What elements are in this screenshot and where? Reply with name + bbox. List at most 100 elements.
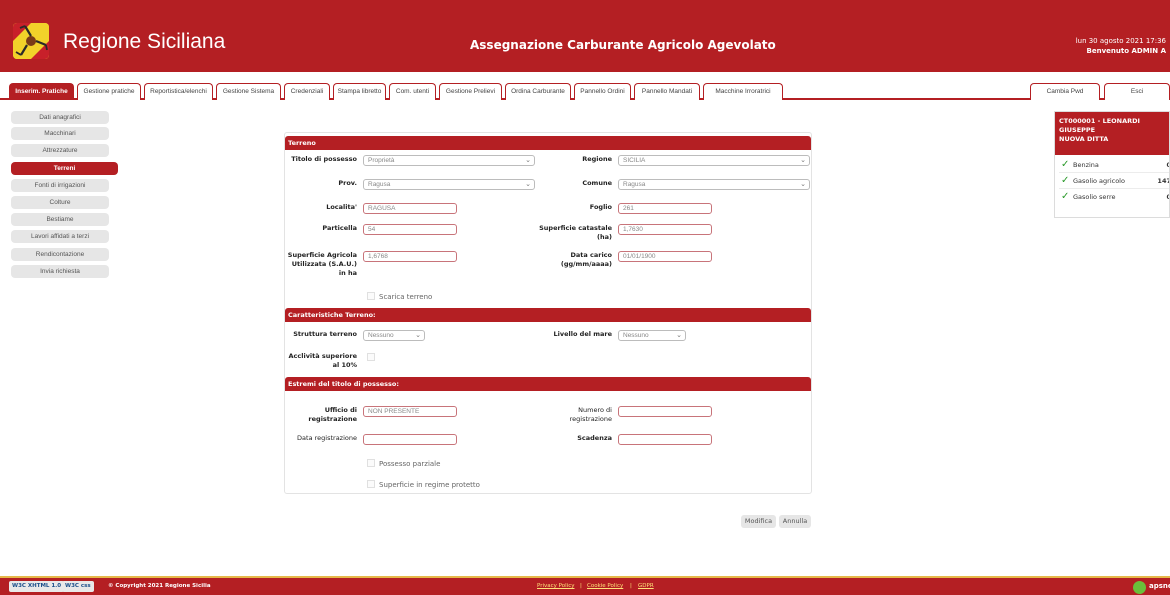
numero-registrazione-label: Numero di registrazione	[569, 406, 612, 423]
footer-separator: |	[630, 583, 632, 589]
scarica-terreno-label: Scarica terreno	[379, 293, 433, 301]
tab-gestione-prelievi[interactable]: Gestione Prelievi	[439, 83, 502, 100]
chevron-down-icon: ⌄	[525, 157, 531, 164]
sau-input[interactable]: 1,6768	[363, 251, 457, 262]
copyright-text: © Copyright 2021 Regione Sicilia	[108, 583, 211, 589]
regime-protetto-checkbox[interactable]	[367, 480, 375, 488]
tab-credenziali[interactable]: Credenziali	[284, 83, 330, 100]
data-carico-input[interactable]: 01/01/1900	[618, 251, 712, 262]
data-carico-label: Data carico (gg/mm/aaaa)	[560, 251, 612, 268]
regione-select[interactable]: SICILIA ⌄	[618, 155, 810, 166]
header-datetime: lun 30 agosto 2021 17:36	[1075, 37, 1166, 45]
scarica-terreno-checkbox[interactable]	[367, 292, 375, 300]
sidebar-item-lavori-terzi[interactable]: Lavori affidati a terzi	[11, 230, 109, 243]
titolo-possesso-select[interactable]: Proprietà ⌄	[363, 155, 535, 166]
chevron-down-icon: ⌄	[676, 332, 682, 339]
check-icon: ✓	[1061, 191, 1070, 202]
ufficio-registrazione-label: Ufficio di registrazione	[308, 406, 357, 423]
localita-label: Localita'	[326, 203, 357, 211]
struttura-terreno-label: Struttura terreno	[293, 330, 357, 338]
data-registrazione-label: Data registrazione	[297, 434, 357, 442]
ditta-code-name: CT000001 - LEONARDI	[1059, 117, 1140, 125]
w3c-xhtml-badge[interactable]: W3C XHTML 1.0	[9, 581, 65, 592]
scadenza-input[interactable]	[618, 434, 712, 445]
ditta-summary-card: CT000001 - LEONARDI GIUSEPPE NUOVA DITTA…	[1054, 111, 1170, 218]
tab-esci[interactable]: Esci	[1104, 83, 1170, 100]
titolo-possesso-label: Titolo di possesso	[291, 155, 357, 163]
sidebar-item-macchinari[interactable]: Macchinari	[11, 127, 109, 140]
sidebar-item-attrezzature[interactable]: Attrezzature	[11, 144, 109, 157]
ditta-status: NUOVA DITTA	[1059, 135, 1109, 143]
sidebar-item-fonti-irrigazioni[interactable]: Fonti di irrigazioni	[11, 179, 109, 192]
ufficio-registrazione-input[interactable]: NON PRESENTE	[363, 406, 457, 417]
possesso-parziale-label: Possesso parziale	[379, 460, 441, 468]
brand-name: Regione Siciliana	[63, 30, 226, 53]
foglio-input[interactable]: 261	[618, 203, 712, 214]
section-terreno-header: Terreno	[285, 136, 811, 150]
livello-mare-label: Livello del mare	[553, 330, 612, 338]
ditta-card-header: CT000001 - LEONARDI GIUSEPPE NUOVA DITTA	[1055, 112, 1169, 155]
fuel-row-benzina: ✓ Benzina 0	[1061, 159, 1169, 170]
section-estremi-header: Estremi del titolo di possesso:	[285, 377, 811, 391]
superficie-catastale-input[interactable]: 1,7630	[618, 224, 712, 235]
tab-gestione-pratiche[interactable]: Gestione pratiche	[77, 83, 141, 100]
chevron-down-icon: ⌄	[800, 157, 806, 164]
fuel-row-gasolio-agricolo: ✓ Gasolio agricolo 147	[1061, 175, 1170, 186]
sidebar-item-invia-richiesta[interactable]: Invia richiesta	[11, 265, 109, 278]
header: Regione Siciliana Assegnazione Carburant…	[0, 0, 1170, 72]
gdpr-link[interactable]: GDPR	[638, 583, 654, 589]
tab-cambia-pwd[interactable]: Cambia Pwd	[1030, 83, 1100, 100]
tab-pannello-mandati[interactable]: Pannello Mandati	[634, 83, 700, 100]
sidebar-item-colture[interactable]: Colture	[11, 196, 109, 209]
scadenza-label: Scadenza	[577, 434, 612, 442]
particella-label: Particella	[322, 224, 357, 232]
app-title: Assegnazione Carburante Agricolo Agevola…	[470, 38, 776, 52]
prov-select[interactable]: Ragusa ⌄	[363, 179, 535, 190]
chevron-down-icon: ⌄	[415, 332, 421, 339]
tab-ordina-carburante[interactable]: Ordina Carburante	[505, 83, 571, 100]
footer-separator: |	[580, 583, 582, 589]
tab-stampa-libretto[interactable]: Stampa libretto	[333, 83, 386, 100]
section-caratteristiche-header: Caratteristiche Terreno:	[285, 308, 811, 322]
tab-gestione-sistema[interactable]: Gestione Sistema	[216, 83, 281, 100]
particella-input[interactable]: 54	[363, 224, 457, 235]
chevron-down-icon: ⌄	[800, 181, 806, 188]
check-icon: ✓	[1061, 175, 1070, 186]
comune-label: Comune	[582, 179, 612, 187]
numero-registrazione-input[interactable]	[618, 406, 712, 417]
comune-select[interactable]: Ragusa ⌄	[618, 179, 810, 190]
annulla-button[interactable]: Annulla	[779, 515, 811, 528]
struttura-terreno-select[interactable]: Nessuno ⌄	[363, 330, 425, 341]
main-nav: Inserim. Pratiche Gestione pratiche Repo…	[0, 72, 1170, 100]
modifica-button[interactable]: Modifica	[741, 515, 776, 528]
tab-inserim-pratiche[interactable]: Inserim. Pratiche	[9, 83, 74, 100]
livello-mare-select[interactable]: Nessuno ⌄	[618, 330, 686, 341]
tab-com-utenti[interactable]: Com. utenti	[389, 83, 436, 100]
tab-reportistica[interactable]: Reportistica/elenchi	[144, 83, 213, 100]
localita-input[interactable]: RAGUSA	[363, 203, 457, 214]
prov-label: Prov.	[338, 179, 357, 187]
regione-label: Regione	[582, 155, 612, 163]
sidebar-item-terreni[interactable]: Terreni	[11, 162, 118, 175]
w3c-css-badge[interactable]: W3C css	[62, 581, 94, 592]
privacy-policy-link[interactable]: Privacy Policy	[537, 583, 574, 589]
cookie-policy-link[interactable]: Cookie Policy	[587, 583, 623, 589]
sidebar-item-rendicontazione[interactable]: Rendicontazione	[11, 248, 109, 261]
tab-pannello-ordini[interactable]: Pannello Ordini	[574, 83, 631, 100]
ditta-first-name: GIUSEPPE	[1059, 126, 1096, 134]
possesso-parziale-checkbox[interactable]	[367, 459, 375, 467]
sau-label: Superficie Agricola Utilizzata (S.A.U.) …	[287, 251, 357, 277]
data-registrazione-input[interactable]	[363, 434, 457, 445]
divider	[1059, 172, 1169, 173]
superficie-catastale-label: Superficie catastale (ha)	[539, 224, 612, 241]
apsnet-icon	[1133, 581, 1146, 594]
tab-macchine-irroratrici[interactable]: Macchine Irroratrici	[703, 83, 783, 100]
footer: W3C XHTML 1.0 W3C css © Copyright 2021 R…	[0, 576, 1170, 595]
divider	[1059, 188, 1169, 189]
acclivita-checkbox[interactable]	[367, 353, 375, 361]
terreno-form-panel: Terreno Titolo di possesso Proprietà ⌄ R…	[284, 132, 812, 494]
fuel-row-gasolio-serre: ✓ Gasolio serre 0	[1061, 191, 1169, 202]
trinacria-icon	[13, 23, 49, 59]
sidebar-item-dati-anagrafici[interactable]: Dati anagrafici	[11, 111, 109, 124]
sidebar-item-bestiame[interactable]: Bestiame	[11, 213, 109, 226]
